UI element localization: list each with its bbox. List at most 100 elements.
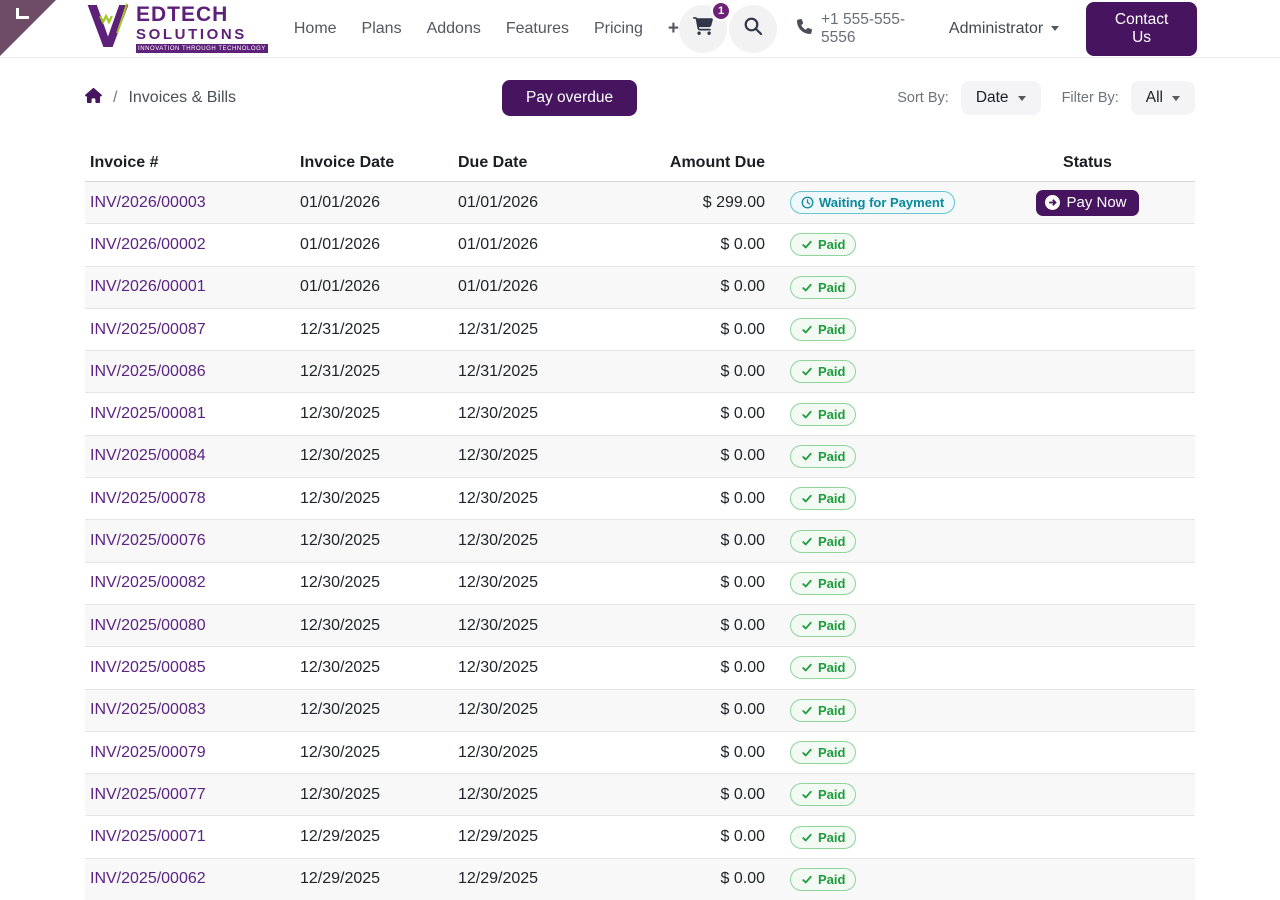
filter-by-label: Filter By: — [1062, 90, 1119, 106]
invoice-date-cell: 12/30/2025 — [300, 405, 458, 423]
check-icon — [801, 832, 813, 843]
invoice-table-row: INV/2026/00003 01/01/2026 01/01/2026 $ 2… — [85, 182, 1195, 224]
invoice-table-row: INV/2025/00083 12/30/2025 12/30/2025 $ 0… — [85, 690, 1195, 732]
invoice-link[interactable]: INV/2026/00001 — [90, 278, 206, 295]
amount-cell: $ 0.00 — [608, 405, 765, 423]
cart-button[interactable]: 1 — [679, 5, 727, 53]
invoice-link[interactable]: INV/2025/00083 — [90, 701, 206, 718]
status-badge-label: Paid — [818, 787, 845, 802]
phone-link[interactable]: +1 555-555-5556 — [797, 11, 925, 47]
check-icon — [801, 409, 813, 420]
due-date-cell: 12/29/2025 — [458, 870, 608, 888]
cart-count-badge: 1 — [711, 1, 731, 21]
nav-link[interactable]: Pricing — [594, 20, 643, 38]
user-menu[interactable]: Administrator — [949, 20, 1059, 38]
check-icon — [801, 536, 813, 547]
status-badge: Paid — [790, 656, 856, 679]
chevron-down-icon — [1172, 96, 1180, 101]
amount-cell: $ 0.00 — [608, 236, 765, 254]
status-badge-label: Paid — [818, 576, 845, 591]
invoice-link[interactable]: INV/2025/00071 — [90, 828, 206, 845]
check-icon — [801, 578, 813, 589]
nav-link[interactable]: Features — [506, 20, 569, 38]
pay-now-button[interactable]: Pay Now — [1036, 190, 1138, 216]
amount-cell: $ 0.00 — [608, 447, 765, 465]
sort-dropdown[interactable]: Date — [961, 81, 1041, 115]
brand-text: EDTECH SOLUTIONS INNOVATION THROUGH TECH… — [136, 4, 268, 53]
user-menu-label: Administrator — [949, 20, 1043, 38]
check-icon — [801, 366, 813, 377]
invoice-table-row: INV/2026/00002 01/01/2026 01/01/2026 $ 0… — [85, 224, 1195, 266]
status-badge-label: Paid — [818, 449, 845, 464]
due-date-cell: 01/01/2026 — [458, 278, 608, 296]
check-icon — [801, 451, 813, 462]
invoice-link[interactable]: INV/2025/00082 — [90, 574, 206, 591]
status-badge: Paid — [790, 403, 856, 426]
column-header-amount-due: Amount Due — [608, 154, 765, 172]
invoice-link[interactable]: INV/2025/00079 — [90, 744, 206, 761]
invoice-link[interactable]: INV/2026/00003 — [90, 194, 206, 211]
corner-arrow-icon — [16, 8, 29, 19]
brand-v-icon — [85, 1, 131, 56]
invoice-table-row: INV/2025/00077 12/30/2025 12/30/2025 $ 0… — [85, 774, 1195, 816]
invoice-link[interactable]: INV/2025/00085 — [90, 659, 206, 676]
clock-icon — [801, 196, 814, 209]
amount-cell: $ 0.00 — [608, 701, 765, 719]
status-badge-label: Paid — [818, 703, 845, 718]
invoice-link[interactable]: INV/2025/00077 — [90, 786, 206, 803]
status-badge: Paid — [790, 530, 856, 553]
invoice-table-row: INV/2026/00001 01/01/2026 01/01/2026 $ 0… — [85, 267, 1195, 309]
status-badge: Paid — [790, 826, 856, 849]
due-date-cell: 01/01/2026 — [458, 194, 608, 212]
breadcrumb: / Invoices & Bills — [85, 88, 236, 108]
due-date-cell: 12/30/2025 — [458, 744, 608, 762]
status-badge: Paid — [790, 614, 856, 637]
status-badge: Paid — [790, 487, 856, 510]
pay-now-label: Pay Now — [1066, 194, 1126, 211]
due-date-cell: 01/01/2026 — [458, 236, 608, 254]
amount-cell: $ 0.00 — [608, 363, 765, 381]
invoice-link[interactable]: INV/2025/00084 — [90, 447, 206, 464]
check-icon — [801, 874, 813, 885]
editor-corner-ribbon[interactable] — [0, 0, 56, 56]
column-header-status: Status — [980, 154, 1195, 172]
pay-overdue-button[interactable]: Pay overdue — [502, 80, 637, 116]
status-badge: Paid — [790, 445, 856, 468]
amount-cell: $ 0.00 — [608, 532, 765, 550]
check-icon — [801, 282, 813, 293]
brand-logo[interactable]: EDTECH SOLUTIONS INNOVATION THROUGH TECH… — [85, 1, 268, 56]
contact-us-button[interactable]: Contact Us — [1086, 2, 1197, 56]
page-toolbar: / Invoices & Bills Pay overdue Sort By: … — [0, 79, 1280, 117]
header-right-group: 1 +1 555-555-5556 Administrator Contact … — [679, 2, 1197, 56]
nav-link[interactable]: Home — [294, 20, 337, 38]
due-date-cell: 12/29/2025 — [458, 828, 608, 846]
check-icon — [801, 239, 813, 250]
invoice-link[interactable]: INV/2025/00062 — [90, 870, 206, 887]
status-badge-label: Paid — [818, 660, 845, 675]
nav-link[interactable]: Addons — [427, 20, 481, 38]
invoice-link[interactable]: INV/2026/00002 — [90, 236, 206, 253]
nav-more-button[interactable]: + — [668, 19, 679, 38]
breadcrumb-home-link[interactable] — [85, 88, 102, 108]
invoice-link[interactable]: INV/2025/00086 — [90, 363, 206, 380]
due-date-cell: 12/30/2025 — [458, 574, 608, 592]
status-badge: Waiting for Payment — [790, 191, 955, 214]
invoice-link[interactable]: INV/2025/00080 — [90, 617, 206, 634]
amount-cell: $ 0.00 — [608, 786, 765, 804]
nav-link[interactable]: Plans — [362, 20, 402, 38]
invoice-link[interactable]: INV/2025/00087 — [90, 321, 206, 338]
check-icon — [801, 747, 813, 758]
search-button[interactable] — [729, 5, 777, 53]
invoice-link[interactable]: INV/2025/00076 — [90, 532, 206, 549]
due-date-cell: 12/31/2025 — [458, 321, 608, 339]
column-header-invoice-date: Invoice Date — [300, 154, 458, 172]
due-date-cell: 12/30/2025 — [458, 659, 608, 677]
status-badge: Paid — [790, 318, 856, 341]
status-badge: Paid — [790, 276, 856, 299]
invoice-date-cell: 01/01/2026 — [300, 194, 458, 212]
due-date-cell: 12/30/2025 — [458, 447, 608, 465]
invoice-link[interactable]: INV/2025/00078 — [90, 490, 206, 507]
filter-dropdown[interactable]: All — [1131, 81, 1195, 115]
invoice-table: Invoice # Invoice Date Due Date Amount D… — [85, 145, 1195, 900]
invoice-link[interactable]: INV/2025/00081 — [90, 405, 206, 422]
